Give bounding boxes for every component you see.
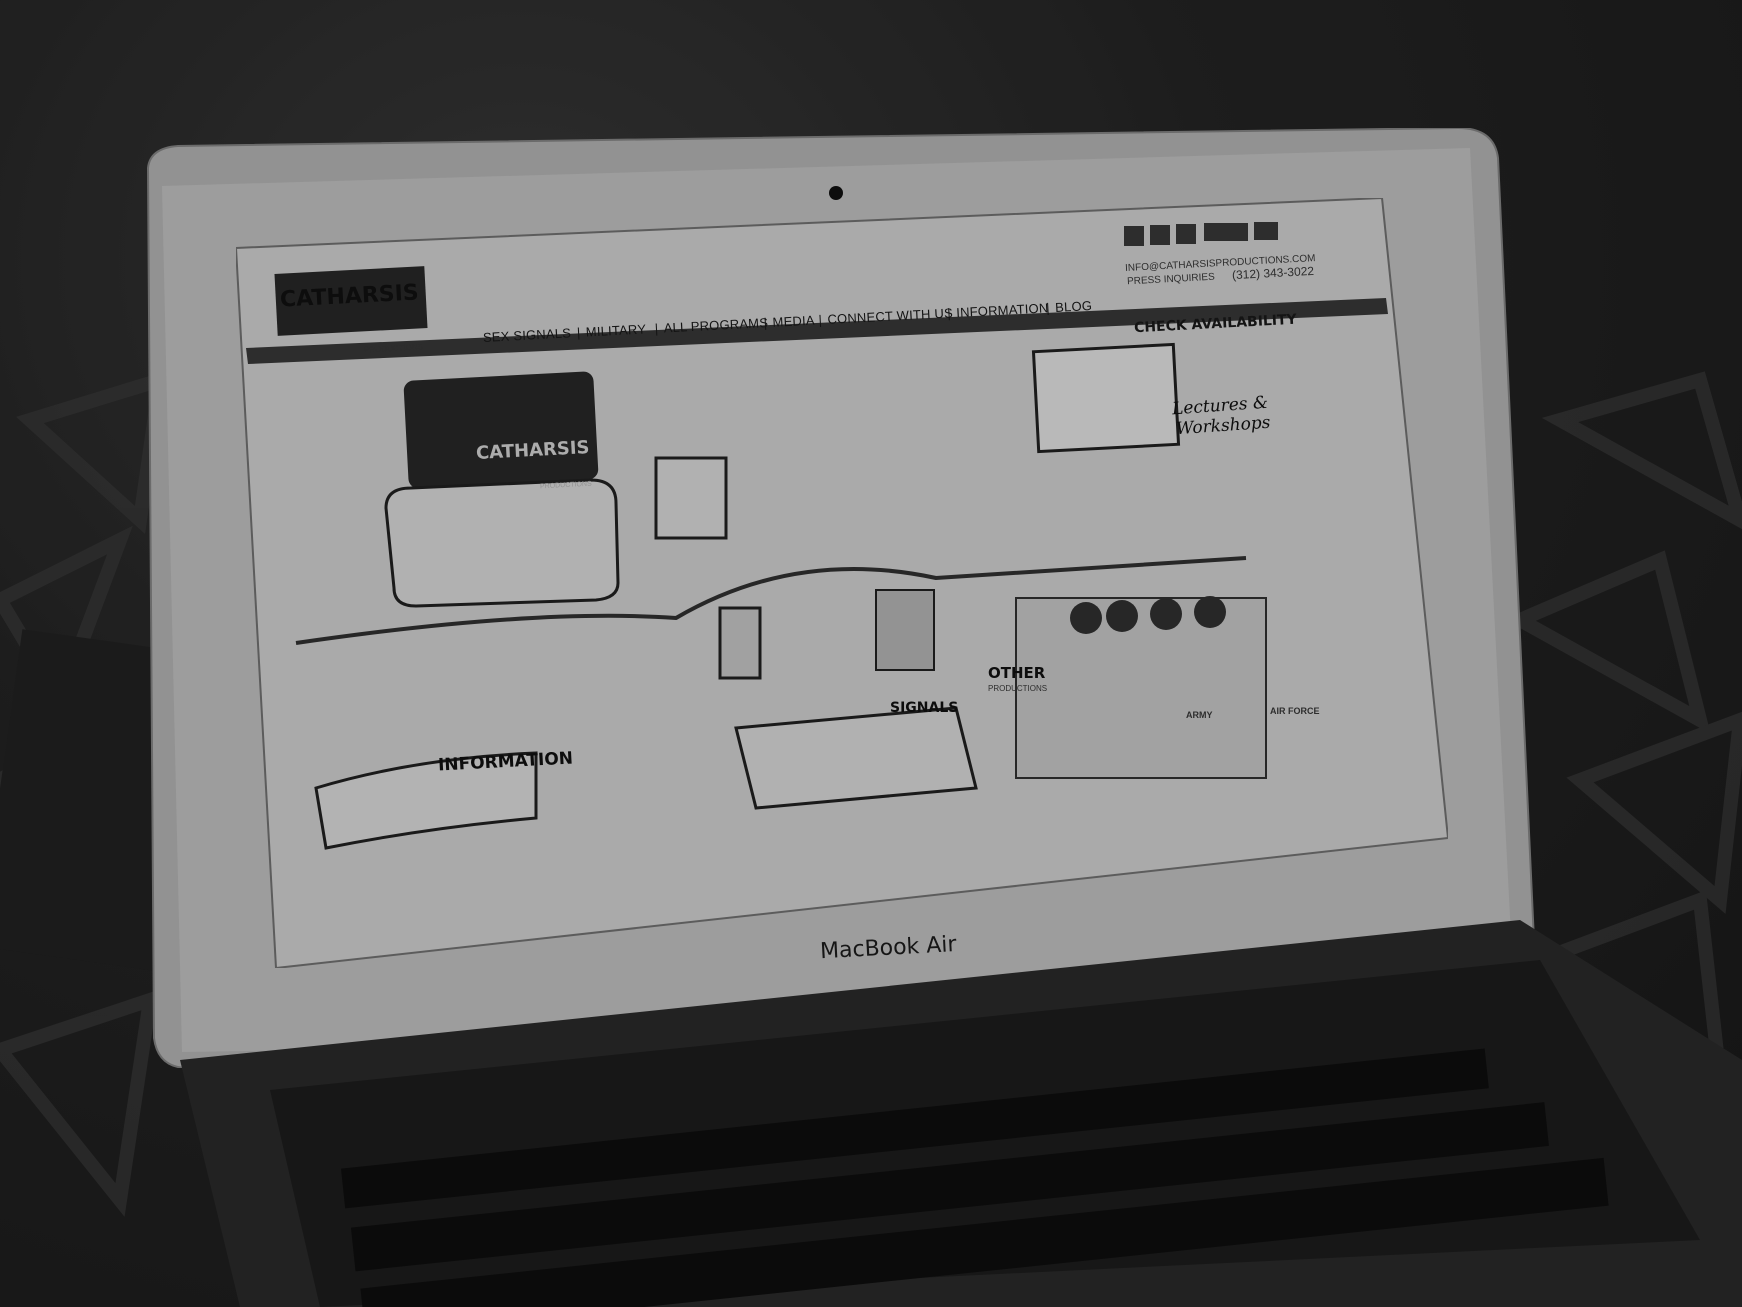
laptop-keyboard: [180, 920, 1742, 1307]
